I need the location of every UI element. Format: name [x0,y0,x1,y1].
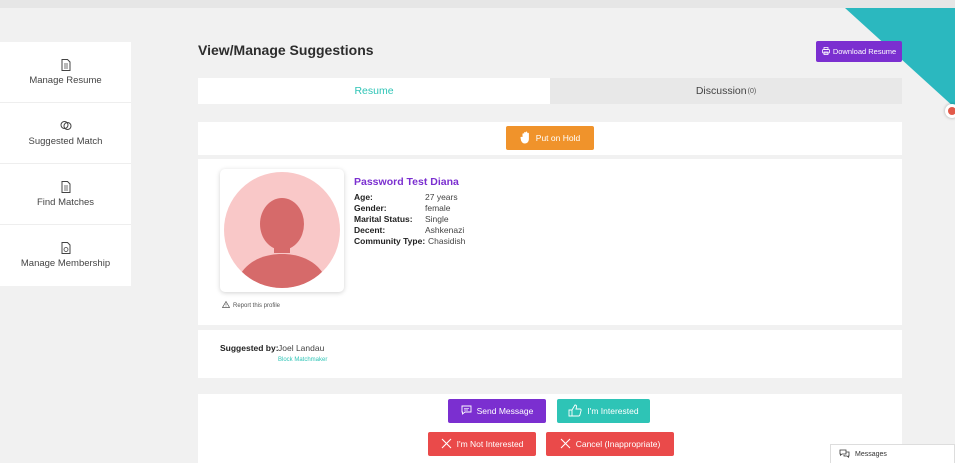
detail-key: Age: [354,192,373,202]
report-profile-link[interactable]: Report this profile [221,300,281,310]
put-on-hold-button[interactable]: Put on Hold [506,126,594,150]
action-card: Send Message I'm Interested I'm Not Inte… [198,394,902,463]
sidebar-item-label: Find Matches [36,196,95,208]
cancel-label: Cancel (Inappropriate) [575,439,661,449]
sidebar: Manage Resume Suggested Match Find Match… [0,42,131,286]
sidebar-item-label: Manage Membership [20,258,111,269]
hold-card: Put on Hold [198,122,902,155]
close-icon [441,438,452,451]
detail-value: Chasidish [428,236,466,246]
messages-label: Messages [855,450,887,458]
matchmaker-name: Joel Landau [278,343,325,353]
detail-value: Ashkenazi [425,225,465,235]
messages-widget[interactable]: Messages [830,444,955,463]
detail-row: Community Type: Chasidish [354,236,465,247]
send-message-label: Send Message [476,406,534,416]
detail-key: Decent: [354,225,386,235]
hand-icon [520,131,532,146]
not-interested-button[interactable]: I'm Not Interested [428,432,536,456]
suggested-by-label: Suggested by: [220,343,279,353]
tab-discussion[interactable]: Discussion (0) [550,78,902,104]
detail-value: female [425,203,451,213]
sidebar-item-manage-resume[interactable]: Manage Resume [0,42,131,103]
detail-row: Marital Status: Single [354,214,465,225]
detail-key: Community Type: [354,236,426,246]
profile-photo [220,169,344,292]
suggested-by-card: Suggested by: Joel Landau Block Matchmak… [198,330,902,378]
tab-label: Resume [354,85,394,97]
detail-value: 27 years [425,192,458,202]
avatar-placeholder-icon [224,172,340,288]
close-icon [560,438,571,451]
sidebar-item-suggested-match[interactable]: Suggested Match [0,103,131,164]
detail-row: Decent: Ashkenazi [354,225,465,236]
document-icon [60,58,72,71]
discussion-count: (0) [747,87,757,95]
document-icon [60,180,72,193]
detail-value: Single [425,214,449,224]
sidebar-item-find-matches[interactable]: Find Matches [0,164,131,225]
download-resume-button[interactable]: Download Resume [816,41,902,62]
interested-label: I'm Interested [587,406,639,416]
tab-resume[interactable]: Resume [198,78,550,104]
profile-card: Report this profile Password Test Diana … [198,159,902,325]
detail-key: Marital Status: [354,214,413,224]
tab-label: Discussion [695,85,747,97]
detail-row: Gender: female [354,203,465,214]
tab-bar: Resume Discussion (0) [198,78,902,104]
send-message-button[interactable]: Send Message [448,399,546,423]
warning-icon [221,300,231,310]
page-title: View/Manage Suggestions [198,42,374,58]
detail-row: Age: 27 years [354,192,465,203]
download-resume-label: Download Resume [832,47,897,56]
sidebar-item-label: Manage Resume [29,74,102,86]
hearts-icon [60,120,72,132]
sidebar-item-manage-membership[interactable]: Manage Membership [0,225,131,286]
profile-details: Age: 27 years Gender: female Marital Statu… [354,192,465,247]
report-label: Report this profile [233,302,281,309]
messages-icon [839,449,850,460]
sidebar-item-label: Suggested Match [28,135,103,147]
thumbs-up-icon [568,404,582,419]
printer-icon [821,46,830,57]
detail-key: Gender: [354,203,387,213]
not-interested-label: I'm Not Interested [456,439,524,449]
membership-doc-icon [60,242,72,254]
chat-icon [461,405,472,417]
top-bar [0,0,955,8]
interested-button[interactable]: I'm Interested [557,399,650,423]
put-on-hold-label: Put on Hold [535,133,581,143]
block-matchmaker-link[interactable]: Block Matchmaker [278,357,327,363]
profile-name[interactable]: Password Test Diana [354,176,459,188]
side-avatar[interactable] [945,104,955,118]
cancel-inappropriate-button[interactable]: Cancel (Inappropriate) [546,432,674,456]
